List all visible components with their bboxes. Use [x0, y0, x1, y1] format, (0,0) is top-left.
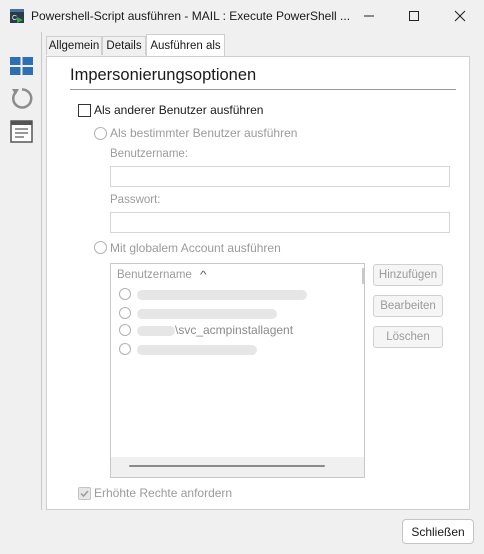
run-as-specific-radio[interactable]	[94, 127, 107, 140]
list-item[interactable]: \svc_acmpinstallagent	[119, 323, 359, 339]
redacted-account	[137, 309, 277, 319]
run-global-label: Mit globalem Account ausführen	[110, 241, 281, 255]
account-radio[interactable]	[119, 343, 131, 355]
grid-icon[interactable]	[9, 54, 34, 79]
account-radio[interactable]	[119, 307, 131, 319]
window-title: Powershell-Script ausführen - MAIL : Exe…	[31, 9, 351, 23]
account-name: \svc_acmpinstallagent	[175, 323, 294, 337]
add-button[interactable]: Hinzufügen	[373, 264, 443, 286]
maximize-button[interactable]	[391, 0, 437, 32]
elevated-checkbox[interactable]	[78, 487, 91, 500]
list-footer	[111, 457, 364, 477]
section-title: Impersonierungsoptionen	[70, 66, 257, 84]
run-as-specific-label: Als bestimmter Benutzer ausführen	[110, 126, 298, 140]
sort-ascending-icon: ^	[200, 270, 207, 281]
run-global-radio[interactable]	[94, 241, 107, 254]
checkmark-icon	[80, 490, 89, 498]
username-field[interactable]	[110, 166, 450, 187]
password-label: Passwort:	[110, 194, 161, 206]
tab-label: Allgemein	[48, 40, 100, 52]
tab-details[interactable]: Details	[102, 36, 146, 55]
elevated-label: Erhöhte Rechte anfordern	[94, 486, 233, 500]
powershell-script-icon: C	[10, 9, 24, 23]
horizontal-scrollbar[interactable]	[129, 465, 325, 467]
tab-label: Details	[106, 40, 142, 52]
tab-label: Ausführen als	[150, 39, 221, 52]
column-header-label: Benutzername	[117, 269, 192, 281]
username-label: Benutzername:	[110, 148, 188, 160]
redacted-account	[137, 290, 307, 300]
close-icon	[454, 10, 466, 22]
svg-text:C: C	[12, 15, 17, 22]
list-item[interactable]	[119, 306, 359, 322]
account-radio[interactable]	[119, 324, 131, 336]
minimize-button[interactable]	[346, 0, 392, 32]
left-toolbar	[0, 32, 42, 510]
tab-allgemein[interactable]: Allgemein	[46, 36, 102, 55]
close-button[interactable]: Schließen	[402, 519, 474, 544]
account-radio[interactable]	[119, 288, 131, 300]
column-header-username[interactable]: Benutzername ^	[117, 269, 207, 281]
redacted-account	[137, 345, 257, 355]
list-item[interactable]	[119, 342, 359, 358]
account-list[interactable]: Benutzername ^ \svc_acmpinstallagent	[110, 263, 365, 478]
list-item[interactable]	[119, 287, 359, 303]
document-icon[interactable]	[9, 119, 34, 144]
edit-button[interactable]: Bearbeiten	[373, 295, 443, 317]
vertical-scrollbar[interactable]	[362, 268, 364, 284]
redacted-account	[137, 326, 175, 336]
run-as-other-label: Als anderer Benutzer ausführen	[94, 103, 264, 117]
delete-button[interactable]: Löschen	[373, 326, 443, 348]
maximize-icon	[409, 11, 419, 21]
section-divider	[70, 89, 456, 90]
tab-ausfuehren-als[interactable]: Ausführen als	[146, 34, 225, 56]
refresh-icon[interactable]	[9, 86, 34, 111]
close-window-button[interactable]	[437, 0, 483, 32]
minimize-icon	[364, 15, 374, 17]
title-bar: C Powershell-Script ausführen - MAIL : E…	[0, 0, 484, 32]
run-as-other-checkbox[interactable]	[78, 104, 91, 117]
password-field[interactable]	[110, 212, 450, 233]
